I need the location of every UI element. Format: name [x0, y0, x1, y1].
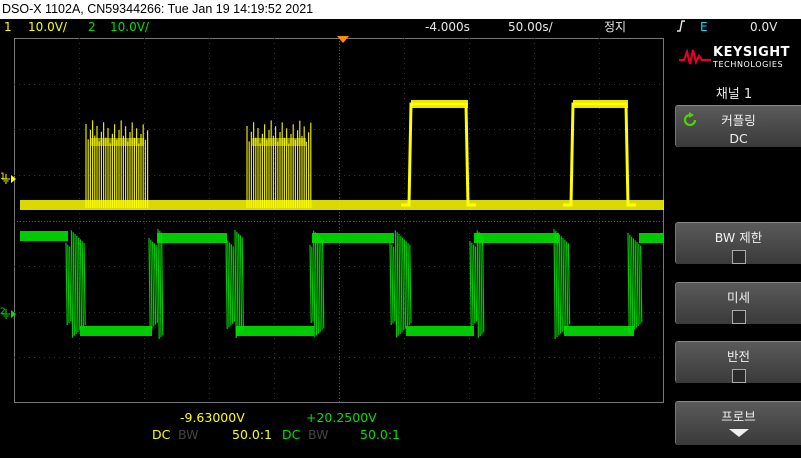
brand-name: KEYSIGHT [713, 45, 790, 60]
ch1-number[interactable]: 1 [4, 19, 12, 36]
ch1-offset[interactable]: -9.63000V [180, 410, 245, 425]
ch2-edge-8 [627, 232, 643, 336]
coupling-softkey[interactable]: 커플링 DC [675, 105, 801, 147]
ch2-high-4 [474, 233, 559, 243]
fine-label: 미세 [726, 290, 750, 305]
brand-sub: TECHNOLOGIES [713, 60, 784, 69]
window-title: DSO-X 1102A, CN59344266: Tue Jan 19 14:1… [0, 0, 801, 19]
bw-limit-label: BW 제한 [714, 230, 763, 245]
ch2-edge-6 [469, 230, 485, 338]
run-state[interactable]: 정지 [604, 19, 626, 36]
ch2-probe: 50.0:1 [360, 427, 400, 442]
trigger-level[interactable]: 0.0V [750, 19, 777, 36]
invert-softkey[interactable]: 반전 [675, 341, 801, 383]
ch2-low-3 [406, 326, 474, 336]
probe-softkey[interactable]: 프로브 [675, 401, 801, 445]
softkey-panel: KEYSIGHT TECHNOLOGIES 채널 1 커플링 DC BW 제한 … [667, 38, 801, 458]
ch1-pulse-1 [401, 102, 476, 207]
time-offset[interactable]: -4.000s [425, 19, 470, 36]
ch1-coupling: DC [152, 427, 171, 442]
keysight-wave-icon [679, 48, 711, 66]
ch2-low-2 [236, 326, 314, 336]
ch1-pulse-2 [563, 102, 636, 207]
fine-checkbox[interactable] [731, 310, 746, 324]
ch2-high-3 [312, 233, 394, 243]
ch2-number[interactable]: 2 [88, 19, 96, 36]
ch2-edge-5 [389, 230, 412, 338]
ch1-burst-top-2 [252, 138, 306, 146]
ch2-low-4 [564, 326, 634, 336]
ch2-ground-marker[interactable]: 2 [0, 305, 16, 323]
ch1-burst-top-1 [91, 138, 144, 146]
ch2-high-1 [20, 231, 68, 241]
keysight-logo: KEYSIGHT TECHNOLOGIES [677, 42, 801, 72]
ch2-edge-3 [225, 229, 244, 339]
ch2-coupling: DC [282, 427, 301, 442]
fine-softkey[interactable]: 미세 [675, 282, 801, 324]
waveform-display[interactable] [14, 38, 664, 403]
ch2-low-1 [80, 326, 152, 336]
ch2-edge-4 [309, 230, 325, 338]
trigger-source[interactable]: E [700, 19, 708, 36]
menu-title: 채널 1 [715, 87, 753, 102]
ch2-bw: BW [308, 427, 329, 442]
bw-limit-softkey[interactable]: BW 제한 [675, 222, 801, 264]
ch1-probe: 50.0:1 [232, 427, 272, 442]
coupling-value: DC [729, 131, 748, 146]
ch2-edge-7 [553, 228, 571, 340]
arrow-down-icon [728, 429, 749, 437]
ch2-offset[interactable]: +20.2500V [306, 410, 377, 425]
ch2-high-2 [157, 233, 227, 243]
ch1-bw: BW [178, 427, 199, 442]
entry-knob-icon [683, 112, 697, 127]
trigger-edge-icon [676, 19, 686, 38]
ch2-high-5 [639, 233, 664, 243]
invert-checkbox[interactable] [731, 369, 746, 383]
ch1-pulse-top-1 [411, 100, 468, 108]
invert-label: 반전 [726, 349, 750, 364]
ch1-pulse-top-2 [573, 100, 628, 108]
probe-label: 프로브 [721, 409, 756, 424]
ch1-ground-marker[interactable]: 1 [0, 170, 16, 188]
bw-limit-checkbox[interactable] [731, 250, 746, 264]
ch1-burst-2 [246, 120, 312, 208]
time-scale[interactable]: 50.00s/ [508, 19, 553, 36]
ch2-scale[interactable]: 10.0V/ [110, 19, 149, 36]
ch2-edge-1 [65, 230, 86, 338]
ch1-scale[interactable]: 10.0V/ [28, 19, 67, 36]
channel-info-footer: -9.63000V +20.2500V DC BW 50.0:1 DC BW 5… [0, 403, 667, 458]
ch1-burst-1 [85, 120, 149, 208]
trigger-position-marker [337, 36, 349, 43]
waveform-traces [20, 100, 664, 340]
status-bar: 1 10.0V/ 2 10.0V/ -4.000s 50.00s/ 정지 E 0… [0, 19, 801, 36]
ch2-edge-2 [148, 228, 164, 340]
